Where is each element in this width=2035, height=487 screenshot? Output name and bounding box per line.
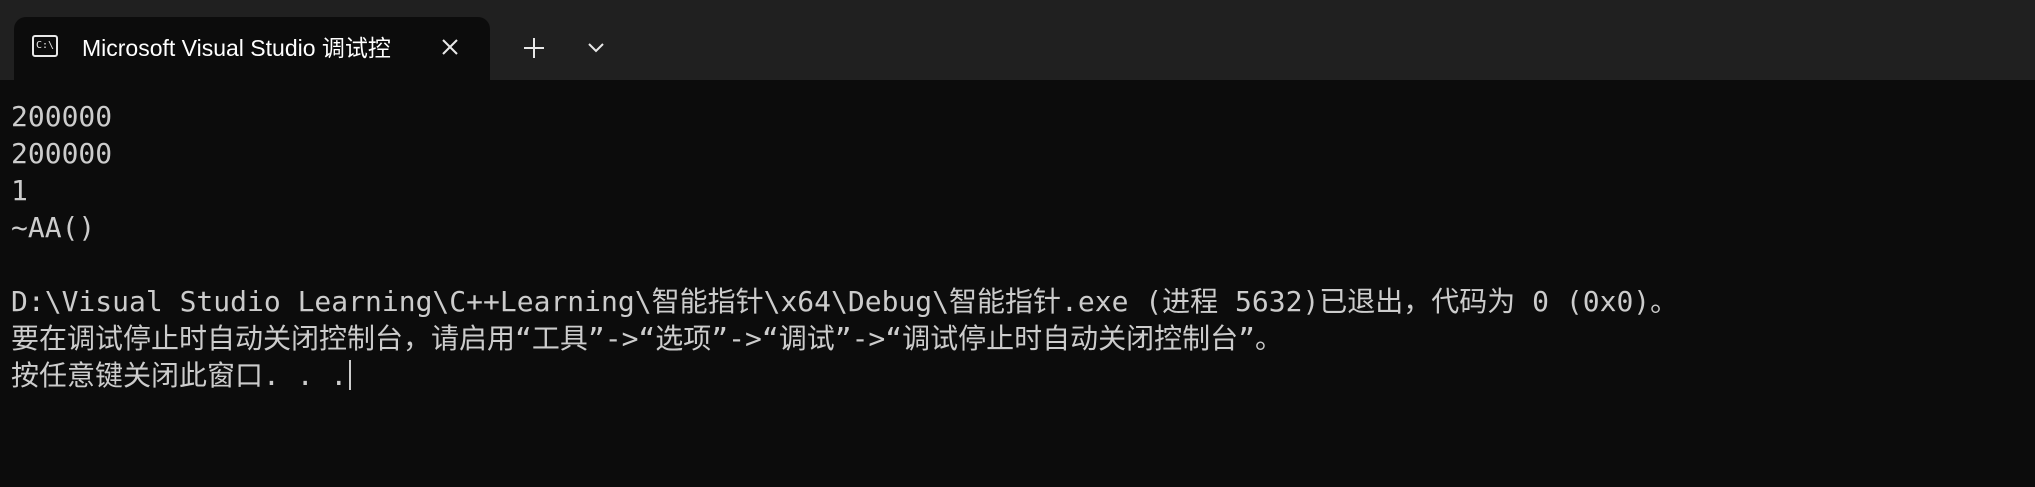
terminal-window: C:\ Microsoft Visual Studio 调试控 200000 2… <box>0 0 2035 487</box>
chevron-down-icon[interactable] <box>578 30 614 66</box>
console-line-prompt: 按任意键关闭此窗口. . . <box>11 357 2021 394</box>
console-line: ~AA() <box>11 211 96 244</box>
tab-title: Microsoft Visual Studio 调试控 <box>82 35 391 61</box>
title-bar[interactable]: C:\ Microsoft Visual Studio 调试控 <box>0 0 2035 81</box>
console-line: 要在调试停止时自动关闭控制台，请启用“工具”->“选项”->“调试”->“调试停… <box>11 322 1284 355</box>
prompt-text: 按任意键关闭此窗口. . . <box>11 359 348 392</box>
console-line: 200000 <box>11 100 113 133</box>
close-icon[interactable] <box>436 33 464 61</box>
console-output[interactable]: 200000 200000 1 ~AA() D:\Visual Studio L… <box>11 98 2021 394</box>
plus-icon[interactable] <box>516 30 552 66</box>
text-cursor <box>349 360 352 390</box>
active-tab[interactable]: C:\ Microsoft Visual Studio 调试控 <box>14 17 490 81</box>
console-icon: C:\ <box>32 35 58 57</box>
console-line: D:\Visual Studio Learning\C++Learning\智能… <box>11 285 1679 318</box>
console-line: 1 <box>11 174 28 207</box>
console-line: 200000 <box>11 137 113 170</box>
